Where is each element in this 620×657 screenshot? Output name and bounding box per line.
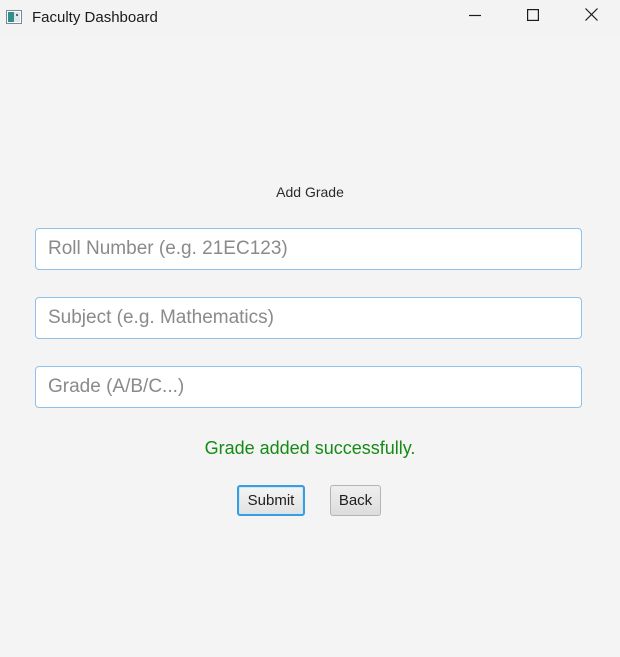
subject-field[interactable] — [35, 297, 582, 339]
app-icon — [6, 10, 22, 24]
minimize-button[interactable] — [446, 0, 504, 34]
grade-input[interactable] — [36, 367, 581, 407]
grade-field[interactable] — [35, 366, 582, 408]
application-window: Faculty Dashboard Add Grade Grade added … — [0, 0, 620, 657]
form-title: Add Grade — [276, 184, 344, 200]
subject-input[interactable] — [36, 298, 581, 338]
back-button[interactable]: Back — [330, 485, 381, 516]
roll-number-input[interactable] — [36, 229, 581, 269]
submit-button[interactable]: Submit — [237, 485, 305, 516]
close-icon — [584, 8, 598, 26]
title-bar[interactable]: Faculty Dashboard — [0, 0, 620, 36]
minimize-icon — [469, 8, 481, 26]
close-button[interactable] — [562, 0, 620, 34]
maximize-icon — [527, 8, 540, 26]
roll-number-field[interactable] — [35, 228, 582, 270]
maximize-button[interactable] — [504, 0, 562, 34]
status-message: Grade added successfully. — [204, 438, 416, 458]
window-title: Faculty Dashboard — [32, 9, 158, 26]
